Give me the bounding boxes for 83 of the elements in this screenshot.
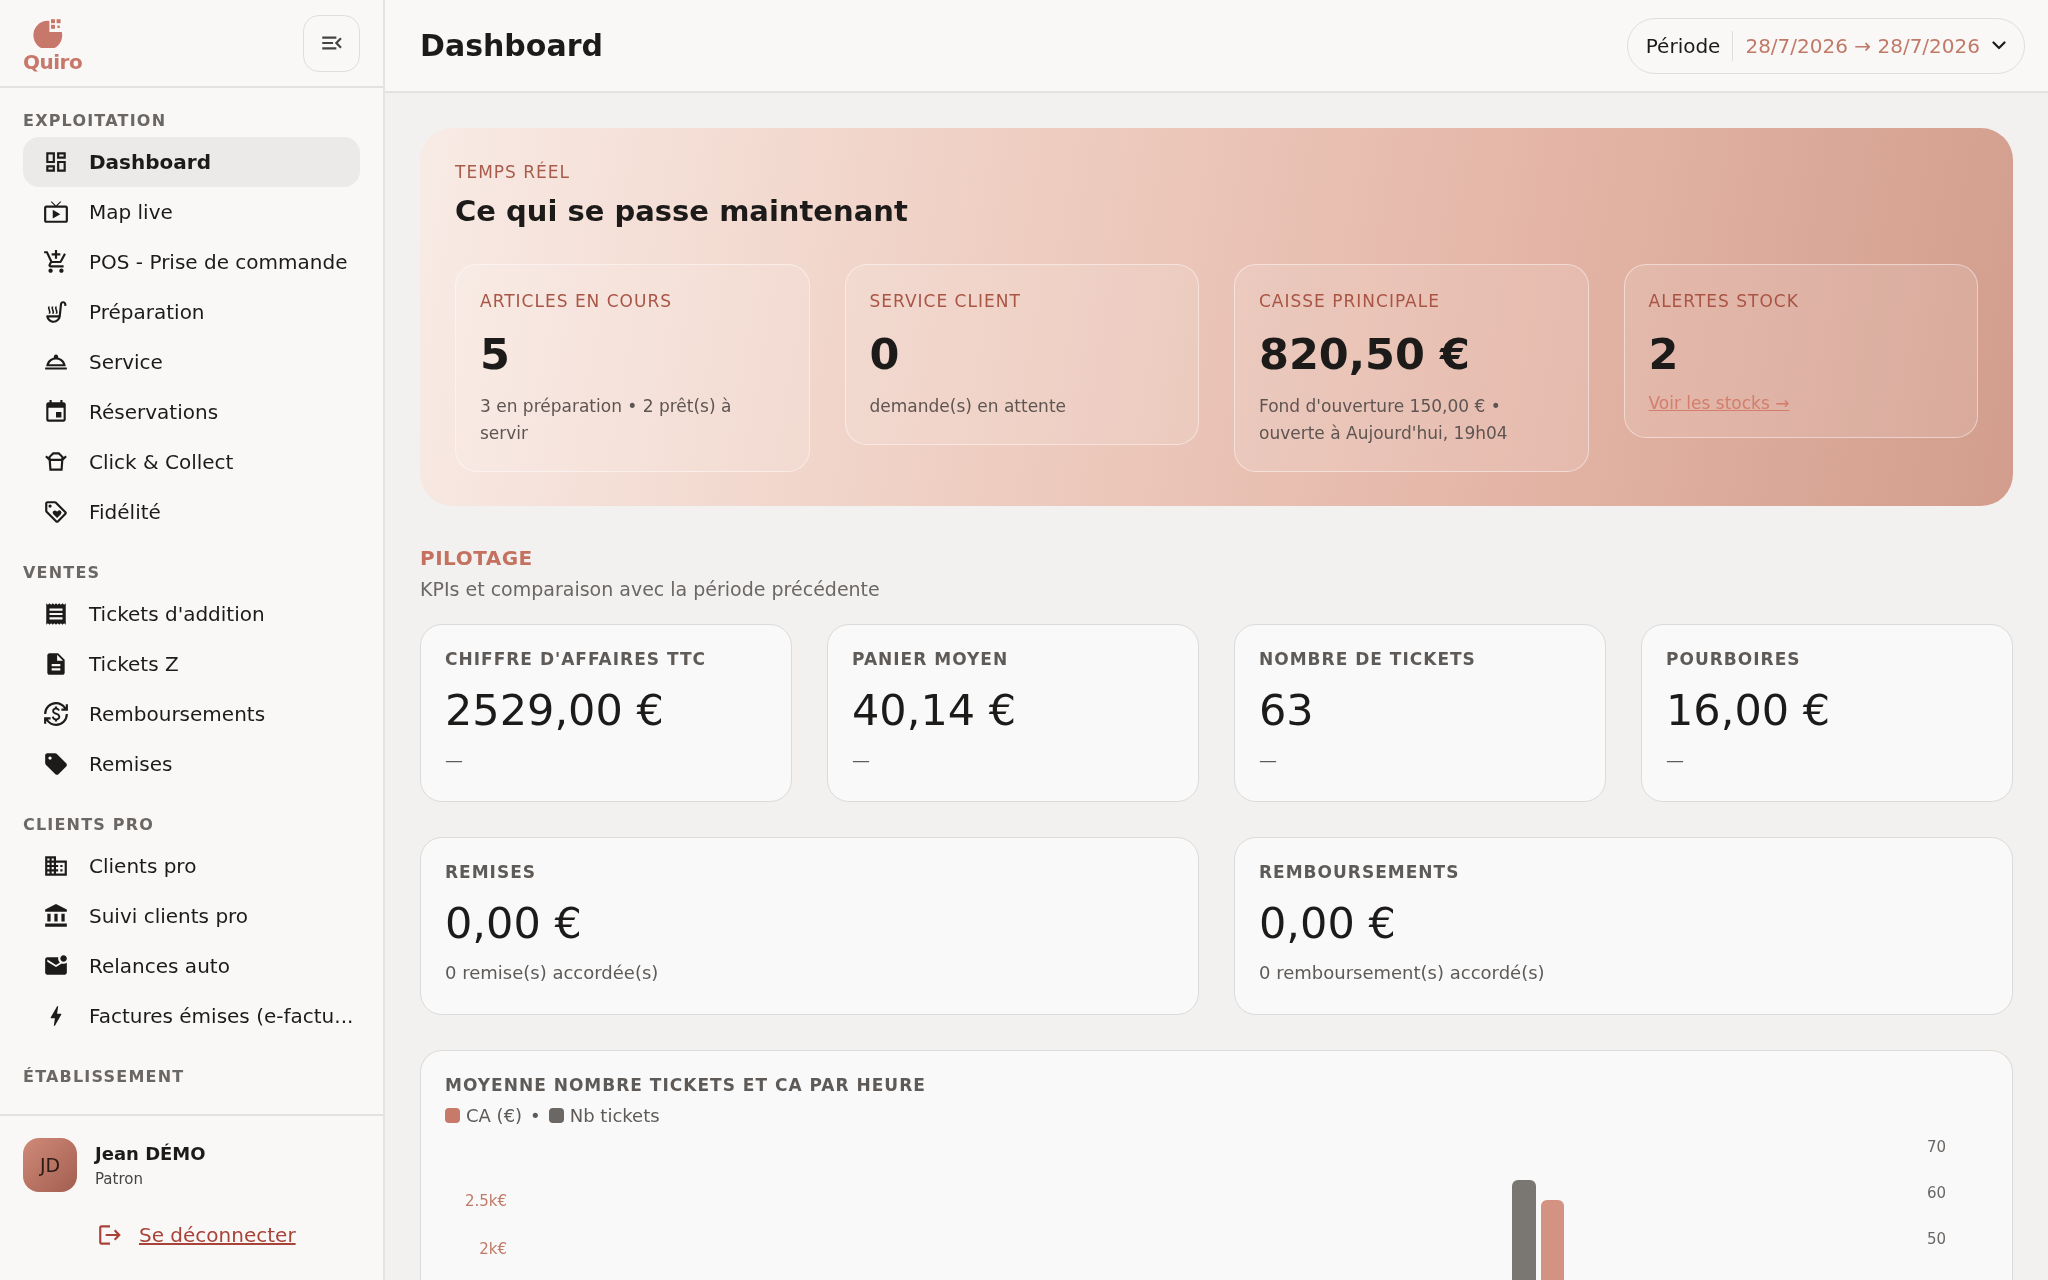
card-detail: 0 remboursement(s) accordé(s) <box>1259 962 1546 983</box>
card-detail: — <box>852 749 871 770</box>
building-icon <box>43 853 69 879</box>
card-value: 63 <box>1259 685 1315 735</box>
card-label: ALERTES STOCK <box>1648 291 1800 311</box>
collapse-sidebar-button[interactable] <box>303 14 360 72</box>
calendar-icon <box>43 399 69 425</box>
nav-item[interactable]: Remises <box>23 739 360 789</box>
card-label: REMBOURSEMENTS <box>1259 862 1461 882</box>
card-detail: 0 remise(s) accordée(s) <box>445 962 660 983</box>
card-value: 0,00 € <box>445 898 583 948</box>
currency-exchange-icon <box>43 701 69 727</box>
nav-item[interactable]: POS - Prise de commande <box>23 237 360 287</box>
tv-icon <box>43 199 69 225</box>
card-value: 40,14 € <box>852 685 1018 735</box>
user-name: Jean DÉMO <box>95 1142 206 1164</box>
user-role: Patron <box>95 1169 144 1188</box>
card-detail: — <box>445 749 464 770</box>
card-label: ARTICLES EN COURS <box>480 291 674 311</box>
tag-icon <box>43 751 69 777</box>
page-title: Dashboard <box>420 28 603 63</box>
card-label: POURBOIRES <box>1666 649 1802 669</box>
nav-item[interactable]: Relances auto <box>23 941 360 991</box>
bank-icon <box>43 903 69 929</box>
nav-item[interactable]: Service <box>23 337 360 387</box>
card-detail: — <box>1259 749 1278 770</box>
nav-item[interactable]: Factures émises (e-factu... <box>23 991 360 1041</box>
section-eyebrow: TEMPS RÉEL <box>455 162 571 182</box>
legend-label: Nb tickets <box>569 1105 660 1126</box>
nav-item[interactable]: Fidélité <box>23 487 360 537</box>
card-value: 820,50 € <box>1259 329 1471 379</box>
card-value: 2 <box>1648 329 1680 379</box>
card-detail: — <box>1666 749 1685 770</box>
chevron-down-icon <box>1992 41 2006 50</box>
section-title: PILOTAGE <box>420 546 534 570</box>
logout-icon <box>97 1222 123 1248</box>
section-subtitle: KPIs et comparaison avec la période précédente <box>420 578 881 600</box>
axis-label: 60 <box>1927 1184 1947 1202</box>
card-label: REMISES <box>445 862 538 882</box>
legend-label: CA (€) <box>466 1105 523 1126</box>
tag-icon <box>43 499 69 525</box>
axis-label: 2k€ <box>479 1240 507 1258</box>
section-title: EXPLOITATION <box>23 111 168 130</box>
card-value: 0 <box>869 329 901 379</box>
card-detail: demande(s) en attente <box>869 395 1068 418</box>
card-detail: Fond d'ouverture 150,00 € • ouverte à Aujourd'hui, 19h04 <box>1259 395 1509 445</box>
card-detail: 3 en préparation • 2 prêt(s) à servir <box>480 395 733 445</box>
nav-item[interactable]: Clients pro <box>23 841 360 891</box>
axis-label: 50 <box>1927 1230 1947 1248</box>
card-value: 16,00 € <box>1666 685 1832 735</box>
logout-link[interactable]: Se déconnecter <box>97 1222 360 1248</box>
avatar: JD <box>23 1138 77 1192</box>
separator-dot: • <box>530 1105 541 1126</box>
nav-item[interactable]: Map live <box>23 187 360 237</box>
axis-label: 2.5k€ <box>464 1192 507 1210</box>
card-label: PANIER MOYEN <box>852 649 1010 669</box>
nav-item[interactable]: Préparation <box>23 287 360 337</box>
section-title: CLIENTS PRO <box>23 815 156 834</box>
period-selector[interactable]: Période 28/7/2026 → 28/7/2026 <box>1626 17 2025 74</box>
card-value: 5 <box>480 329 511 379</box>
card-label: SERVICE CLIENT <box>869 291 1022 311</box>
axis-label: 70 <box>1927 1138 1947 1156</box>
nav-item[interactable]: Suivi clients pro <box>23 891 360 941</box>
dashboard-icon <box>43 149 69 175</box>
nav-item[interactable]: Tickets d'addition <box>23 589 360 639</box>
nav-item[interactable]: Remboursements <box>23 689 360 739</box>
cart-icon <box>43 249 69 275</box>
section-title: VENTES <box>23 563 102 582</box>
nav-item[interactable]: Click & Collect <box>23 437 360 487</box>
nav-item[interactable]: Dashboard <box>23 137 360 187</box>
card-label: CAISSE PRINCIPALE <box>1259 291 1441 311</box>
card-value: 0,00 € <box>1259 898 1397 948</box>
logo-text: Quiro <box>23 50 83 74</box>
ladle-icon <box>43 299 69 325</box>
nav-item[interactable]: Tickets Z <box>23 639 360 689</box>
card-value: 2529,00 € <box>445 685 665 735</box>
card-label: CHIFFRE D'AFFAIRES TTC <box>445 649 708 669</box>
receipt-icon <box>43 601 69 627</box>
chart-title: MOYENNE NOMBRE TICKETS ET CA PAR HEURE <box>445 1075 927 1095</box>
nav-item[interactable]: Réservations <box>23 387 360 437</box>
card-label: NOMBRE DE TICKETS <box>1259 649 1477 669</box>
section-title: Ce qui se passe maintenant <box>455 194 909 228</box>
section-title: ÉTABLISSEMENT <box>23 1067 186 1086</box>
